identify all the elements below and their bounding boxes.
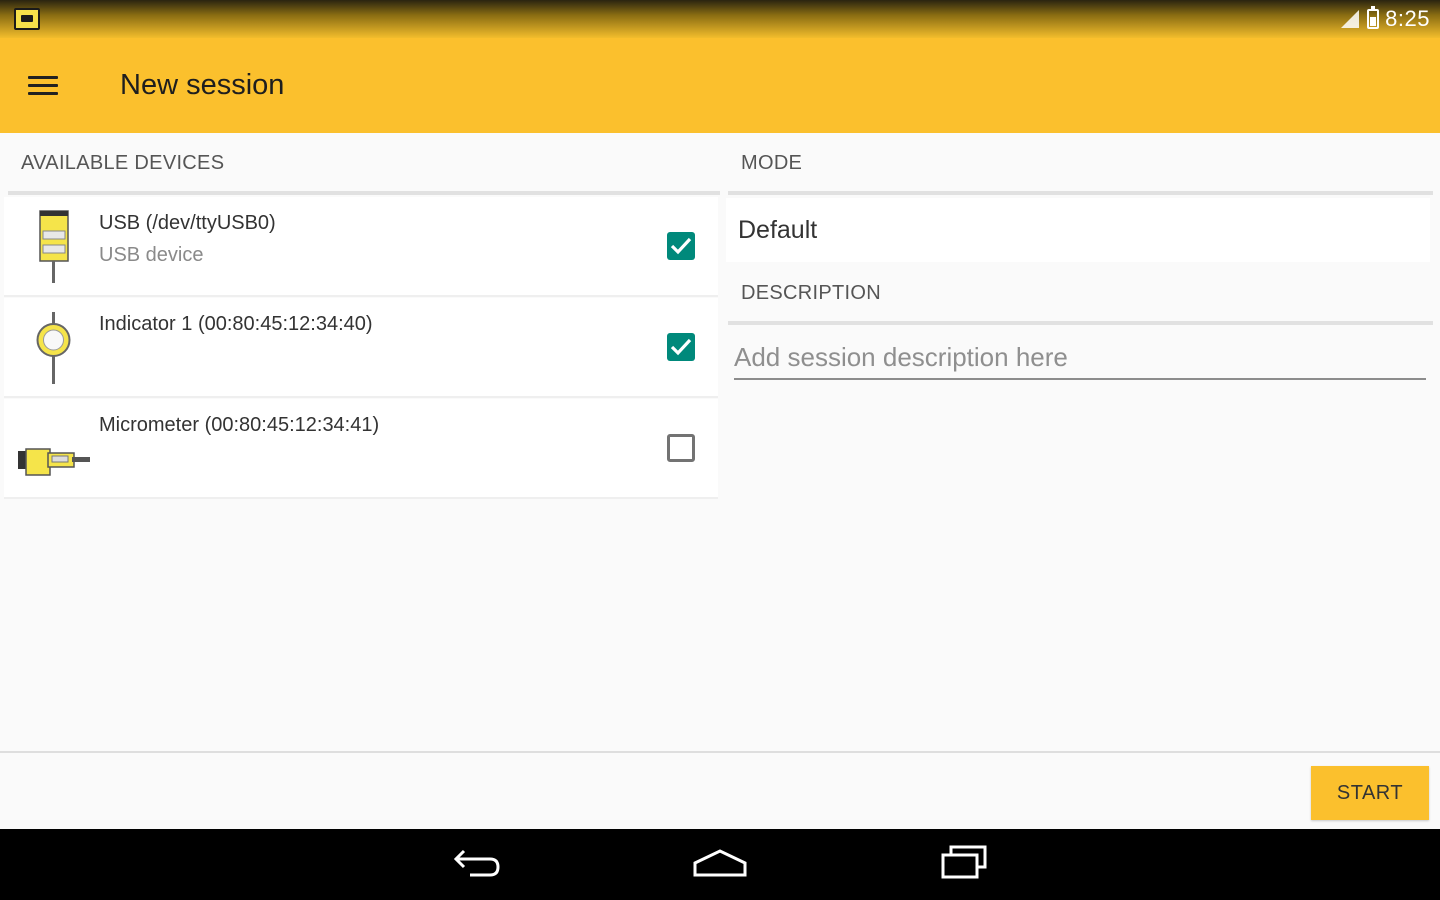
device-checkbox-micrometer[interactable]: [667, 434, 695, 462]
start-button[interactable]: START: [1311, 766, 1429, 820]
devices-section-header: AVAILABLE DEVICES: [21, 152, 225, 174]
mode-divider: [728, 191, 1433, 195]
device-name: Micrometer (00:80:45:12:34:41): [99, 414, 380, 436]
hamburger-menu-icon[interactable]: [20, 64, 64, 108]
app-notification-icon: [14, 8, 40, 30]
device-checkbox-indicator[interactable]: [667, 333, 695, 361]
description-divider: [728, 321, 1433, 325]
device-subtitle: USB device: [99, 244, 204, 266]
page-title: New session: [120, 69, 285, 101]
status-bar: 8:25: [0, 0, 1440, 38]
dial-indicator-icon: [16, 310, 92, 386]
device-row-indicator[interactable]: Indicator 1 (00:80:45:12:34:40): [4, 298, 718, 398]
battery-icon: [1367, 6, 1380, 29]
status-icons: 8:25: [1339, 5, 1430, 33]
mode-value: Default: [738, 216, 818, 244]
device-row-micrometer[interactable]: Micrometer (00:80:45:12:34:41): [4, 399, 718, 499]
device-name: USB (/dev/ttyUSB0): [99, 212, 276, 234]
app-bar: New session: [0, 38, 1440, 133]
status-time: 8:25: [1385, 6, 1430, 31]
devices-divider: [8, 191, 720, 195]
description-section-header: DESCRIPTION: [741, 282, 881, 304]
recent-apps-icon[interactable]: [925, 841, 1005, 889]
back-icon[interactable]: [438, 841, 518, 889]
description-input[interactable]: [734, 340, 1426, 380]
device-checkbox-usb[interactable]: [667, 232, 695, 260]
mode-selector[interactable]: Default: [726, 198, 1430, 262]
device-name: Indicator 1 (00:80:45:12:34:40): [99, 313, 373, 335]
home-icon[interactable]: [680, 841, 760, 889]
mode-section-header: MODE: [741, 152, 803, 174]
signal-icon: [1339, 8, 1361, 30]
action-bar: START: [0, 753, 1440, 829]
usb-caliper-icon: [16, 209, 92, 285]
micrometer-icon: [16, 411, 92, 487]
device-row-usb[interactable]: USB (/dev/ttyUSB0) USB device: [4, 197, 718, 297]
navigation-bar: [0, 829, 1440, 900]
